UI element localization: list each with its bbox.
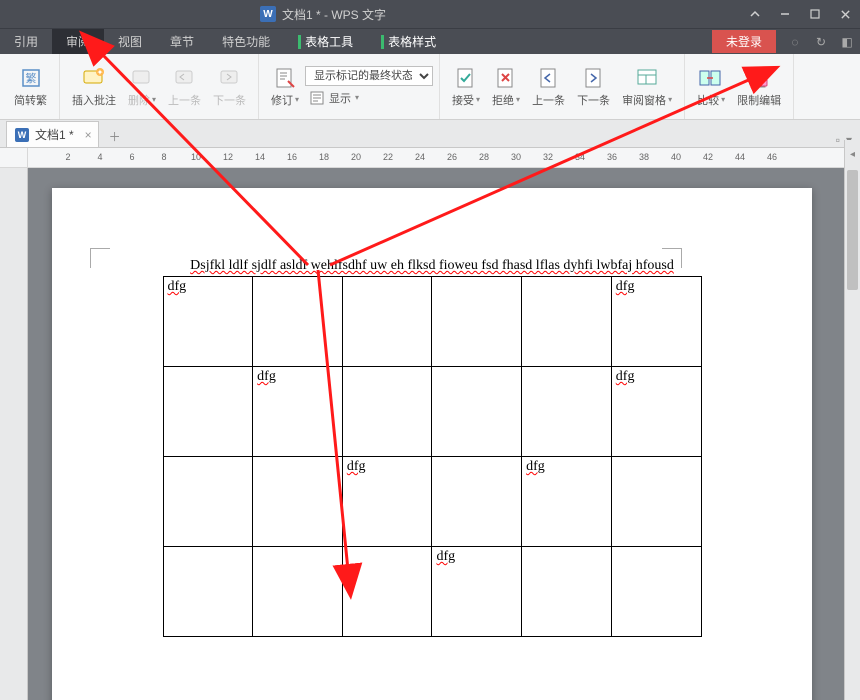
accept-icon	[454, 66, 478, 90]
ruler-tick: 16	[287, 152, 297, 162]
menu-reference[interactable]: 引用	[0, 29, 52, 54]
compare-button[interactable]: 比较▾	[691, 57, 731, 117]
menu-chapter[interactable]: 章节	[156, 29, 208, 54]
ruler-tick: 32	[543, 152, 553, 162]
new-tab-button[interactable]: ＋	[103, 125, 127, 147]
ruler-tick: 4	[97, 152, 102, 162]
ruler-tick: 2	[65, 152, 70, 162]
table-row: dfg dfg	[163, 277, 701, 367]
app-icon: W	[260, 6, 276, 22]
ruler-tick: 36	[607, 152, 617, 162]
revise-icon	[273, 66, 297, 90]
page: Dsjfkl ldlf sjdlf asldf wehlfsdhf uw eh …	[52, 188, 812, 700]
reject-button[interactable]: 拒绝▾	[486, 57, 526, 117]
ruler-tick: 40	[671, 152, 681, 162]
menu-review[interactable]: 审阅	[52, 29, 104, 54]
ruler-tick: 14	[255, 152, 265, 162]
ruler-tick: 42	[703, 152, 713, 162]
doc-tab[interactable]: W 文档1 * ×	[6, 121, 99, 147]
restrict-edit-button[interactable]: 限制编辑	[731, 57, 787, 117]
side-collapse-icon[interactable]: ◂	[844, 140, 860, 168]
ruler-tick: 12	[223, 152, 233, 162]
show-icon	[309, 90, 325, 106]
ruler-tick: 6	[129, 152, 134, 162]
ruler-tick: 28	[479, 152, 489, 162]
vertical-scrollbar[interactable]	[844, 168, 860, 700]
ruler-tick: 34	[575, 152, 585, 162]
ruler-tick: 22	[383, 152, 393, 162]
accept-button[interactable]: 接受▾	[446, 57, 486, 117]
table-row: dfg dfg	[163, 457, 701, 547]
simp-trad-button[interactable]: 繁 简转繁	[8, 57, 53, 117]
next-change-button[interactable]: 下一条	[571, 57, 616, 117]
maximize-button[interactable]	[800, 0, 830, 28]
ruler-tick: 30	[511, 152, 521, 162]
menu-table-style[interactable]: 表格样式	[367, 29, 450, 54]
markup-state-select[interactable]: 显示标记的最终状态	[305, 66, 433, 86]
scrollbar-thumb[interactable]	[847, 170, 858, 290]
close-button[interactable]	[830, 0, 860, 28]
ruler-tick: 38	[639, 152, 649, 162]
comment-new-icon: ✦	[82, 66, 106, 90]
delete-comment-button[interactable]: 删除▾	[122, 57, 162, 117]
login-button[interactable]: 未登录	[712, 30, 776, 53]
revise-button[interactable]: 修订▾	[265, 57, 305, 117]
close-tab-icon[interactable]: ×	[85, 128, 92, 142]
doc-icon: W	[15, 128, 29, 142]
ruler: 2468101214161820222426283032343638404244…	[0, 148, 860, 168]
next-comment-button[interactable]: 下一条	[207, 57, 252, 117]
ruler-tick: 44	[735, 152, 745, 162]
comment-prev-icon	[173, 66, 197, 90]
table-row: dfg	[163, 547, 701, 637]
ruler-tick: 10	[191, 152, 201, 162]
menubar: 引用 审阅 视图 章节 特色功能 表格工具 表格样式 未登录 ◌ ↻ ◧	[0, 28, 860, 54]
ruler-tick: 26	[447, 152, 457, 162]
ruler-tick: 20	[351, 152, 361, 162]
refresh-icon[interactable]: ↻	[808, 29, 834, 55]
doc-tab-name: 文档1 *	[35, 126, 74, 143]
vertical-ruler	[0, 168, 28, 700]
review-pane-button[interactable]: 审阅窗格▾	[616, 57, 678, 117]
doctab-bar: W 文档1 * × ＋ ▫ ▾	[0, 120, 860, 148]
next-change-icon	[582, 66, 606, 90]
prev-comment-button[interactable]: 上一条	[162, 57, 207, 117]
chevron-up-icon[interactable]	[740, 0, 770, 28]
tab-menu-icon[interactable]: ▫	[836, 133, 840, 147]
ruler-tick: 18	[319, 152, 329, 162]
skin-icon[interactable]: ◧	[834, 29, 860, 55]
comment-next-icon	[218, 66, 242, 90]
document-viewport[interactable]: Dsjfkl ldlf sjdlf asldf wehlfsdhf uw eh …	[0, 168, 844, 700]
paragraph-text[interactable]: Dsjfkl ldlf sjdlf asldf wehlfsdhf uw eh …	[92, 258, 772, 274]
prev-change-button[interactable]: 上一条	[526, 57, 571, 117]
reject-icon	[494, 66, 518, 90]
lock-icon	[747, 66, 771, 90]
review-pane-icon	[635, 66, 659, 90]
globe-icon[interactable]: ◌	[782, 29, 808, 55]
prev-change-icon	[537, 66, 561, 90]
table-row: dfg dfg	[163, 367, 701, 457]
window-title: 文档1 * - WPS 文字	[282, 6, 386, 23]
menu-table-tools[interactable]: 表格工具	[284, 29, 367, 54]
svg-text:繁: 繁	[25, 71, 36, 85]
insert-comment-button[interactable]: ✦ 插入批注	[66, 57, 122, 117]
ribbon: 繁 简转繁 ✦ 插入批注 删除▾ 上一条 下一条 修订▾ 显示标记的最终状态	[0, 54, 860, 120]
compare-icon	[699, 66, 723, 90]
menu-special[interactable]: 特色功能	[208, 29, 284, 54]
show-markup-button[interactable]: 显示▾	[305, 88, 433, 108]
svg-text:✦: ✦	[97, 68, 104, 77]
ruler-tick: 8	[161, 152, 166, 162]
translate-icon: 繁	[19, 66, 43, 90]
document-table[interactable]: dfg dfg dfg dfg dfg dfg dfg	[163, 276, 702, 637]
menu-view[interactable]: 视图	[104, 29, 156, 54]
ruler-tick: 46	[767, 152, 777, 162]
titlebar: W 文档1 * - WPS 文字	[0, 0, 860, 28]
comment-delete-icon	[130, 66, 154, 90]
minimize-button[interactable]	[770, 0, 800, 28]
ruler-tick: 24	[415, 152, 425, 162]
